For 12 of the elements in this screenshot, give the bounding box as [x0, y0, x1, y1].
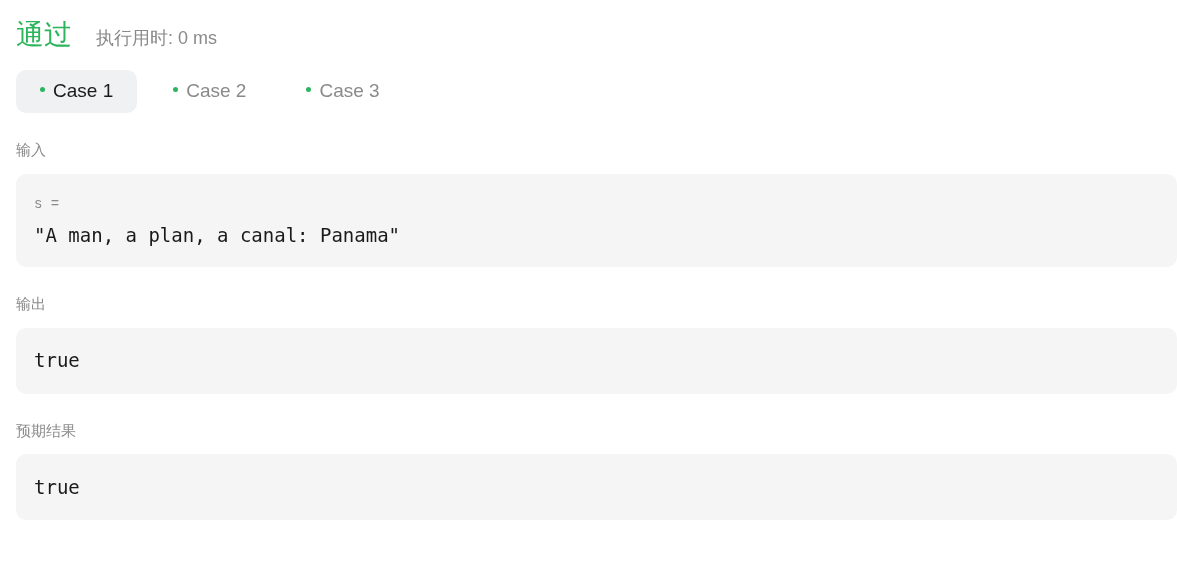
output-value: true — [34, 348, 80, 374]
case-tab[interactable]: Case 1 — [16, 70, 138, 113]
expected-label: 预期结果 — [16, 420, 77, 441]
case-tab[interactable]: Case 3 — [282, 70, 404, 113]
variable-value: "A man, a plan, a canal: Panama" — [34, 222, 402, 248]
variable-name: s = — [34, 194, 61, 214]
case-tab[interactable]: Case 2 — [149, 70, 271, 113]
status-text: 通过 — [16, 18, 72, 52]
expected-value: true — [34, 474, 80, 500]
input-label: 输入 — [16, 140, 47, 160]
runtime-text: 执行用时: 0 ms — [96, 27, 217, 50]
output-label: 输出 — [16, 294, 47, 314]
